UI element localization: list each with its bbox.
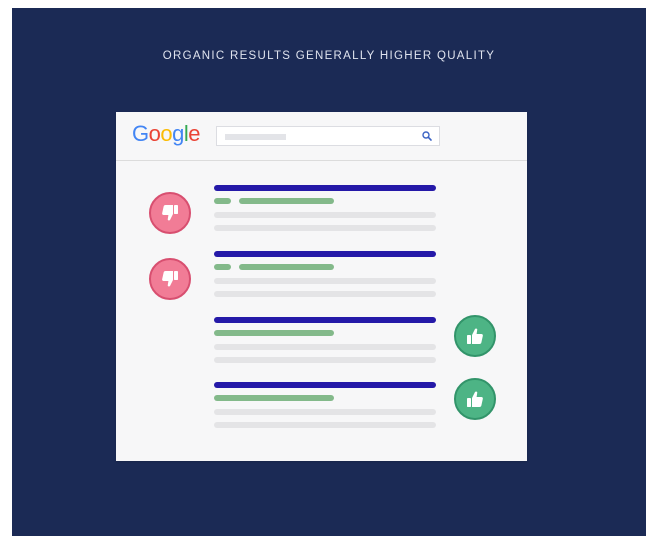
infographic-canvas: ORGANIC RESULTS GENERALLY HIGHER QUALITY… xyxy=(12,8,646,536)
logo-letter: o xyxy=(160,121,173,146)
thumbs-up-button[interactable] xyxy=(454,315,496,357)
result-snippet-line xyxy=(214,422,436,428)
search-placeholder xyxy=(225,134,286,140)
result-url xyxy=(239,198,334,204)
result-snippet-line xyxy=(214,212,436,218)
thumbs-down-button[interactable] xyxy=(149,258,191,300)
search-icon[interactable] xyxy=(421,130,433,142)
google-logo: Google xyxy=(132,120,201,148)
result-snippet-line xyxy=(214,225,436,231)
result-snippet-line xyxy=(214,344,436,350)
result-snippet-line xyxy=(214,357,436,363)
thumbs-up-icon xyxy=(467,328,483,344)
thumbs-down-icon xyxy=(162,271,178,287)
ad-label xyxy=(214,198,231,204)
result-title-link[interactable] xyxy=(214,251,436,257)
headline: ORGANIC RESULTS GENERALLY HIGHER QUALITY xyxy=(162,50,496,62)
ad-label xyxy=(214,264,231,270)
thumbs-up-button[interactable] xyxy=(454,378,496,420)
browser-window: Google xyxy=(116,112,527,461)
logo-letter: g xyxy=(172,121,184,146)
result-url xyxy=(214,330,334,336)
result-snippet-line xyxy=(214,278,436,284)
result-title-link[interactable] xyxy=(214,185,436,191)
logo-letter: G xyxy=(132,121,149,146)
result-snippet-line xyxy=(214,409,436,415)
search-header: Google xyxy=(116,112,527,161)
result-snippet-line xyxy=(214,291,436,297)
thumbs-down-button[interactable] xyxy=(149,192,191,234)
result-title-link[interactable] xyxy=(214,382,436,388)
logo-letter: o xyxy=(148,121,161,146)
result-title-link[interactable] xyxy=(214,317,436,323)
thumbs-up-icon xyxy=(467,391,483,407)
search-input[interactable] xyxy=(216,126,440,146)
logo-letter: e xyxy=(188,121,201,146)
result-url xyxy=(214,395,334,401)
result-url xyxy=(239,264,334,270)
thumbs-down-icon xyxy=(162,205,178,221)
